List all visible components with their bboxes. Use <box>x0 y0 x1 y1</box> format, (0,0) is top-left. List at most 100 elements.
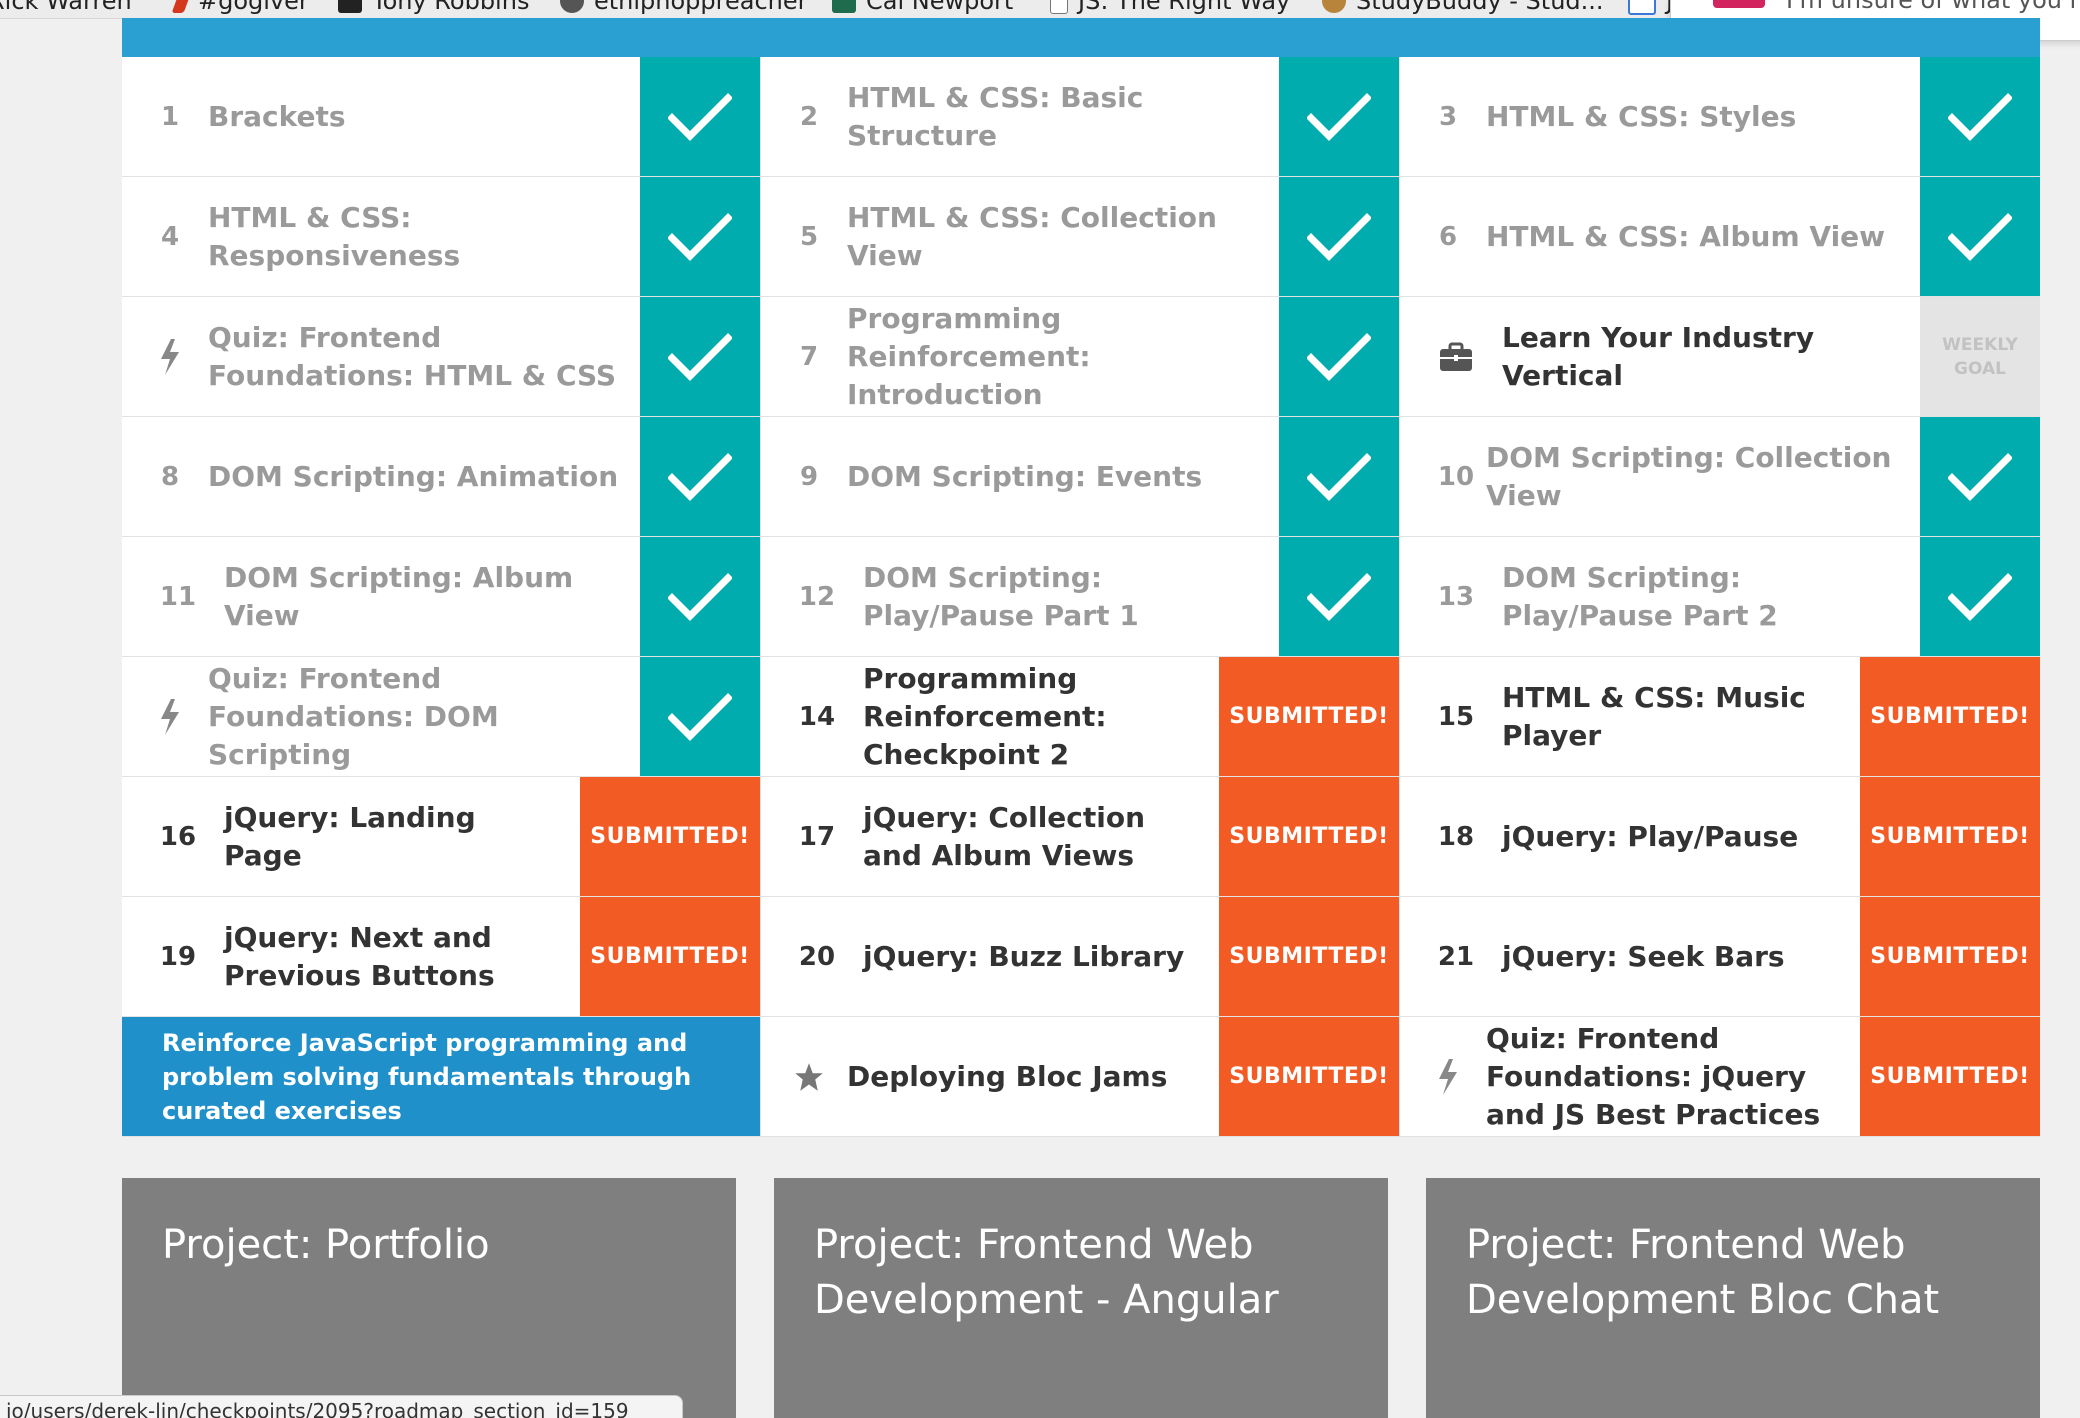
checkpoint-item[interactable]: 13 DOM Scripting: Play/Pause Part 2 <box>1400 537 2040 656</box>
completed-badge <box>1920 537 2040 656</box>
completed-badge <box>640 657 760 776</box>
checkmark-icon <box>668 212 732 261</box>
completed-badge <box>1279 57 1399 176</box>
weekly-goal-badge: WEEKLY GOAL <box>1920 297 2040 416</box>
checkpoint-title: Quiz: Frontend Foundations: HTML & CSS <box>208 320 617 392</box>
checkmark-icon <box>1948 452 2012 501</box>
checkpoint-number: 2 <box>799 101 819 132</box>
checkpoint-title: Quiz: Frontend Foundations: jQuery and J… <box>1486 1021 1821 1131</box>
completed-badge <box>1279 177 1399 296</box>
project-card-bloc-chat[interactable]: Project: Frontend Web Development Bloc C… <box>1426 1178 2040 1418</box>
checkpoint-item[interactable]: 19 jQuery: Next and Previous Buttons SUBMI… <box>122 897 760 1016</box>
checkpoint-title: jQuery: Play/Pause <box>1502 819 1799 853</box>
checkpoint-item[interactable]: Deploying Bloc Jams SUBMITTED! <box>761 1017 1399 1136</box>
checkpoint-item[interactable]: 16 jQuery: Landing Page SUBMITTED! <box>122 777 760 896</box>
checkpoint-title: Quiz: Frontend Foundations: DOM Scriptin… <box>208 661 499 771</box>
checkpoint-item[interactable]: 6 HTML & CSS: Album View <box>1400 177 2040 296</box>
checkmark-icon <box>668 92 732 141</box>
checkpoint-title: HTML & CSS: Album View <box>1486 219 1886 253</box>
checkpoint-item[interactable]: 2 HTML & CSS: Basic Structure <box>761 57 1399 176</box>
checkpoint-item[interactable]: 8 DOM Scripting: Animation <box>122 417 760 536</box>
roadmap-header-bar <box>122 18 2040 57</box>
checkpoint-number: 12 <box>798 581 836 612</box>
checkpoint-number: 20 <box>798 941 836 972</box>
checkmark-icon <box>668 572 732 621</box>
completed-badge <box>640 57 760 176</box>
checkpoint-item[interactable]: 17 jQuery: Collection and Album Views SUBM… <box>761 777 1399 896</box>
checkpoint-number: 14 <box>798 701 836 732</box>
completed-badge <box>640 417 760 536</box>
checkpoint-item[interactable]: 15 HTML & CSS: Music Player SUBMITTED! <box>1400 657 2040 776</box>
checkpoint-item[interactable]: 4 HTML & CSS: Responsiveness <box>122 177 760 296</box>
checkpoint-number: 8 <box>160 461 180 492</box>
checkpoint-title: Brackets <box>208 99 346 133</box>
completed-badge <box>640 297 760 416</box>
checkpoint-number: 19 <box>159 941 197 972</box>
status-bar-url: io/users/derek-lin/checkpoints/2095?road… <box>0 1395 683 1418</box>
checkmark-icon <box>668 692 732 741</box>
star-icon <box>795 1062 823 1091</box>
bookmark-js-right-way[interactable]: JS: The Right Way <box>1050 0 1290 15</box>
globe-icon <box>560 0 584 13</box>
checkpoint-item[interactable]: 7 Programming Reinforcement: Introduction <box>761 297 1399 416</box>
checkpoint-item[interactable]: Quiz: Frontend Foundations: jQuery and J… <box>1400 1017 2040 1136</box>
bookmark-label: StudyBuddy - Stud... <box>1356 0 1604 15</box>
checkmark-icon <box>1948 212 2012 261</box>
checkpoint-item[interactable]: Quiz: Frontend Foundations: DOM Scriptin… <box>122 657 760 776</box>
checkpoint-number: 16 <box>159 821 197 852</box>
checkpoint-type-icon <box>761 1017 857 1136</box>
bookmark-studybuddy[interactable]: StudyBuddy - Stud... <box>1322 0 1604 15</box>
project-title: Project: Frontend Web Development - Angu… <box>814 1222 1279 1323</box>
checkpoint-number: 17 <box>798 821 836 852</box>
bookmark-ethiphoppreacher[interactable]: ethiphoppreacher <box>560 0 808 15</box>
checkpoint-item[interactable]: 1 Brackets <box>122 57 760 176</box>
submitted-label: SUBMITTED! <box>1870 944 2030 969</box>
checkpoint-item[interactable]: Learn Your Industry Vertical WEEKLY GOAL <box>1400 297 2040 416</box>
checkpoint-item[interactable]: 5 HTML & CSS: Collection View <box>761 177 1399 296</box>
checkmark-icon <box>668 452 732 501</box>
checkpoint-title: Programming Reinforcement: Checkpoint 2 <box>863 661 1107 771</box>
checkpoint-number: 11 <box>159 581 197 612</box>
submitted-badge: SUBMITTED! <box>1860 897 2040 1016</box>
checkpoint-item[interactable]: 18 jQuery: Play/Pause SUBMITTED! <box>1400 777 2040 896</box>
checkpoint-number: 15 <box>1437 701 1475 732</box>
checkpoint-item[interactable]: 9 DOM Scripting: Events <box>761 417 1399 536</box>
submitted-badge: SUBMITTED! <box>1860 777 2040 896</box>
weekly-goal-label: WEEKLY <box>1942 334 2018 355</box>
checkpoint-item[interactable]: Quiz: Frontend Foundations: HTML & CSS <box>122 297 760 416</box>
completed-badge <box>640 177 760 296</box>
lightning-bolt-icon <box>161 698 179 735</box>
project-card-portfolio[interactable]: Project: Portfolio <box>122 1178 736 1418</box>
checkpoint-number: 18 <box>1437 821 1475 852</box>
tr-logo-icon <box>338 0 362 13</box>
bookmark-label: Tony Robbins <box>372 0 530 15</box>
checkpoint-item[interactable]: 11 DOM Scripting: Album View <box>122 537 760 656</box>
lightning-bolt-icon <box>1439 1058 1457 1095</box>
bookmark-cal-newport[interactable]: Cal Newport <box>832 0 1014 15</box>
completed-badge <box>1279 297 1399 416</box>
checkpoint-item[interactable]: 21 jQuery: Seek Bars SUBMITTED! <box>1400 897 2040 1016</box>
bookmark-tony-robbins[interactable]: Tony Robbins <box>338 0 530 15</box>
cookie-icon <box>1322 0 1346 13</box>
bookmark-label: Cal Newport <box>866 0 1014 15</box>
checkpoint-type-icon <box>1400 297 1512 416</box>
project-card-angular[interactable]: Project: Frontend Web Development - Angu… <box>774 1178 1388 1418</box>
checkpoint-item[interactable]: 14 Programming Reinforcement: Checkpoint … <box>761 657 1399 776</box>
checkpoint-title: jQuery: Seek Bars <box>1502 939 1785 973</box>
checkpoint-title: jQuery: Buzz Library <box>863 939 1185 973</box>
bookmark-gogiver[interactable]: #gogiver <box>171 0 309 15</box>
submitted-badge: SUBMITTED! <box>1860 1017 2040 1136</box>
submitted-badge: SUBMITTED! <box>1219 777 1399 896</box>
completed-badge <box>1279 537 1399 656</box>
checkpoint-title: Learn Your Industry Vertical <box>1502 320 1815 392</box>
checkpoint-item[interactable]: 3 HTML & CSS: Styles <box>1400 57 2040 176</box>
checkpoint-title: jQuery: Next and Previous Buttons <box>224 920 495 992</box>
checkpoint-item[interactable]: 20 jQuery: Buzz Library SUBMITTED! <box>761 897 1399 1016</box>
checkpoint-number: 5 <box>799 221 819 252</box>
checkpoint-item[interactable]: 12 DOM Scripting: Play/Pause Part 1 <box>761 537 1399 656</box>
checkpoint-number: 21 <box>1437 941 1475 972</box>
checkpoint-item[interactable]: 10 DOM Scripting: Collection View <box>1400 417 2040 536</box>
submitted-badge: SUBMITTED! <box>1219 1017 1399 1136</box>
checkpoint-number: 3 <box>1438 101 1458 132</box>
bookmark-rick-warren[interactable]: Rick Warren <box>0 0 132 15</box>
